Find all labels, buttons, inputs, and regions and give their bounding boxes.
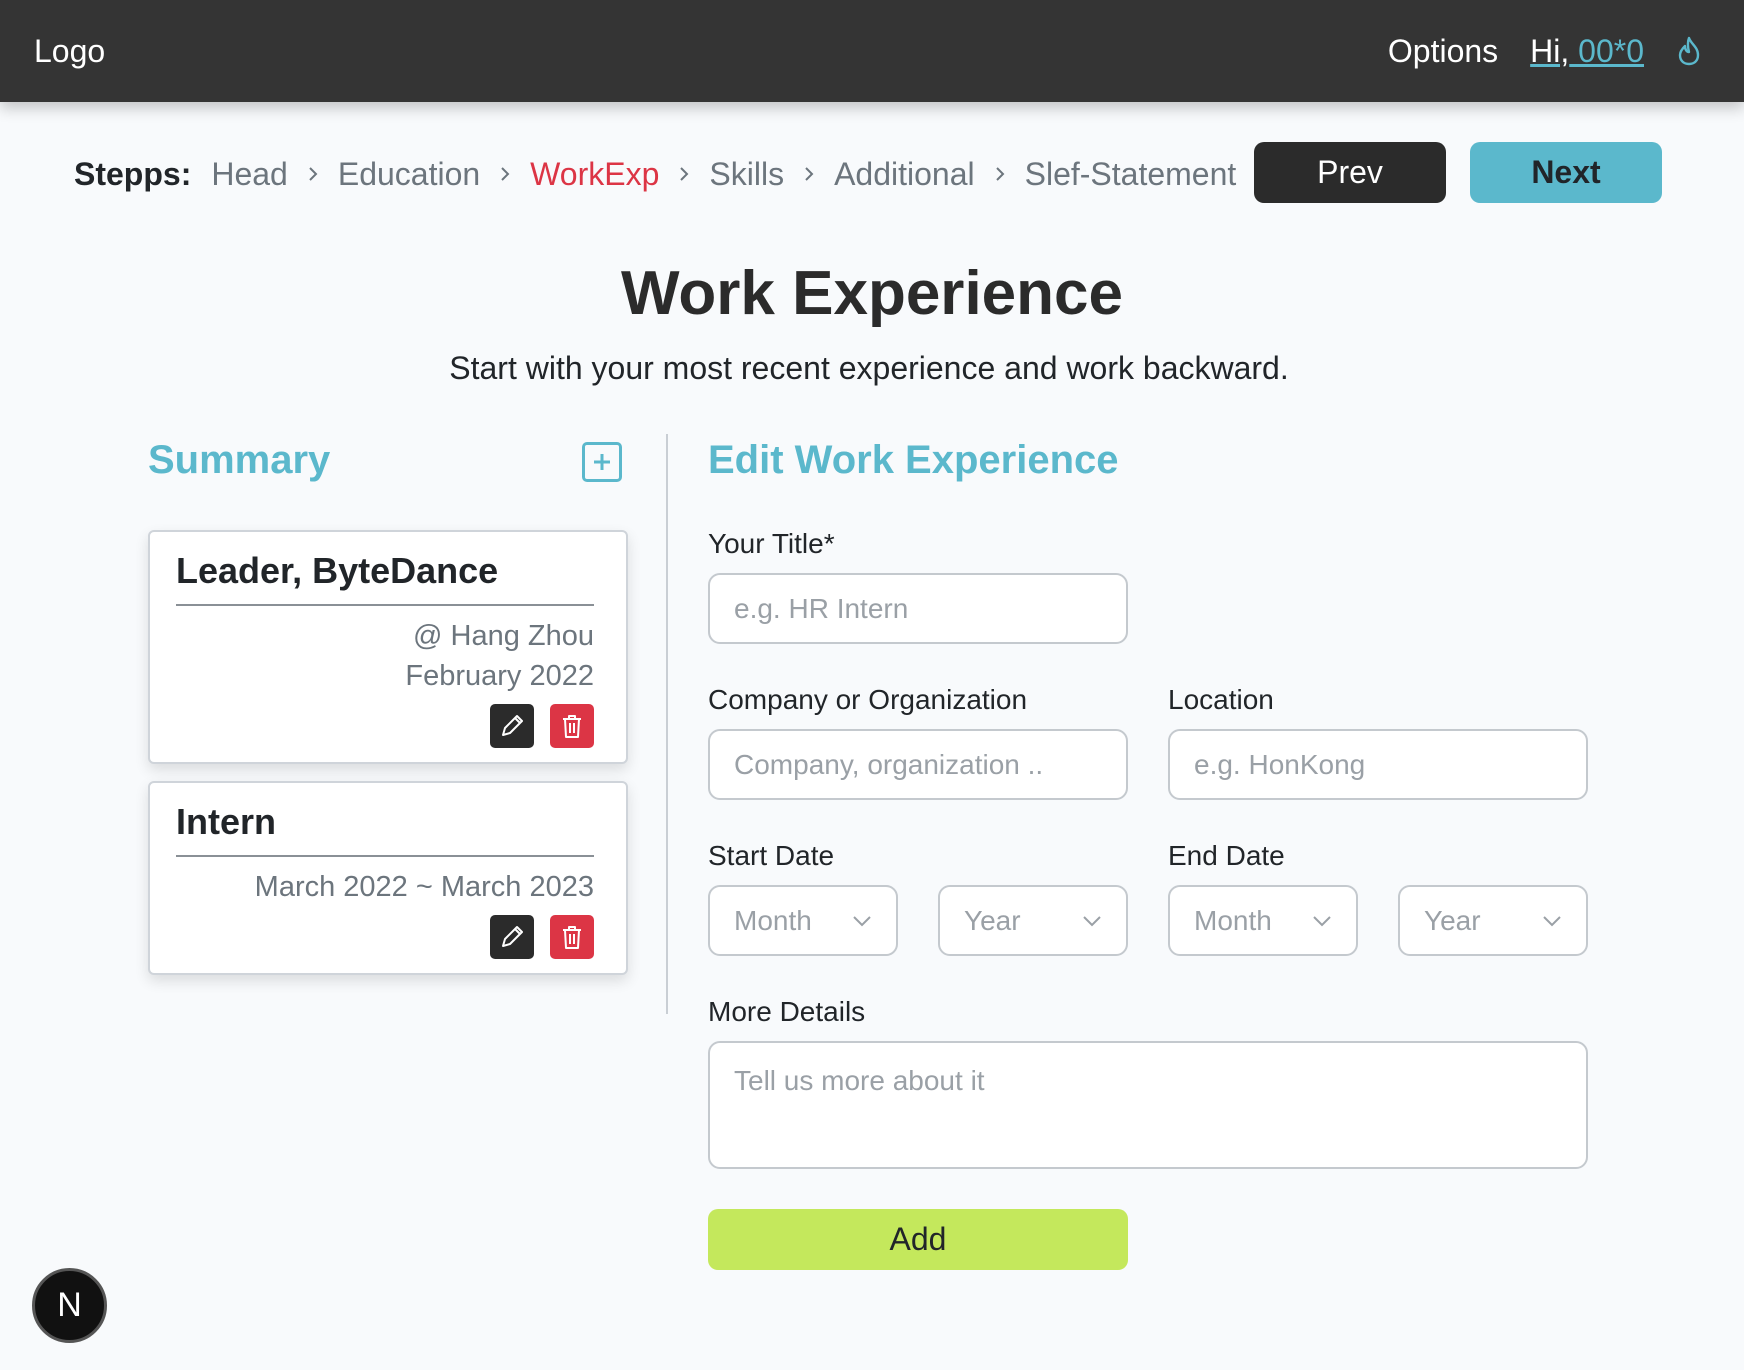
chevron-down-icon [1543,915,1561,926]
select-value: Year [1424,904,1481,936]
pencil-icon [502,926,523,947]
card-meta: @ Hang Zhou February 2022 [176,616,594,696]
options-link[interactable]: Options [1388,33,1498,70]
details-textarea[interactable] [708,1041,1588,1169]
end-month-select[interactable]: Month [1168,885,1358,956]
summary-title: Summary [148,438,331,482]
greeting: Hi, [1530,32,1570,69]
trash-icon [563,715,581,738]
company-input[interactable] [708,729,1128,800]
plus-icon [594,454,610,470]
n-badge-button[interactable]: N [32,1268,107,1343]
user-link[interactable]: Hi, 00*0 [1530,33,1644,70]
prev-button[interactable]: Prev [1254,142,1446,203]
step-skills[interactable]: Skills [709,156,784,193]
end-date-label: End Date [1168,840,1285,871]
card-location: @ Hang Zhou [413,620,594,652]
username: 00*0 [1569,32,1644,69]
select-value: Year [964,904,1021,936]
add-button[interactable]: Add [708,1209,1128,1270]
chevron-right-icon [501,167,510,181]
card-actions [176,704,594,748]
add-entry-button[interactable] [582,442,622,482]
step-head[interactable]: Head [211,156,288,193]
chevron-right-icon [680,167,689,181]
form-title: Edit Work Experience [708,438,1119,482]
end-year-select[interactable]: Year [1398,885,1588,956]
page-title: Work Experience [621,259,1123,328]
next-button[interactable]: Next [1470,142,1662,203]
location-label: Location [1168,684,1274,715]
start-year-select[interactable]: Year [938,885,1128,956]
step-additional[interactable]: Additional [834,156,975,193]
edit-button[interactable] [490,704,534,748]
chevron-down-icon [853,915,871,926]
card-actions [176,915,594,959]
step-education[interactable]: Education [338,156,480,193]
flame-icon[interactable] [1676,36,1702,66]
title-label: Your Title* [708,528,835,559]
location-input[interactable] [1168,729,1588,800]
step-self-statement[interactable]: Slef-Statement [1025,156,1237,193]
chevron-down-icon [1083,915,1101,926]
pencil-icon [502,715,523,736]
steps-breadcrumb: Stepps: Head Education WorkExp Skills Ad… [74,146,1236,202]
chevron-right-icon [995,167,1005,181]
select-value: Month [1194,904,1272,936]
summary-card: Leader, ByteDance @ Hang Zhou February 2… [148,530,628,764]
company-label: Company or Organization [708,684,1028,715]
delete-button[interactable] [550,915,594,959]
select-value: Month [734,904,812,936]
chevron-down-icon [1313,915,1331,926]
card-date: February 2022 [405,660,594,692]
title-input[interactable] [708,573,1128,644]
details-label: More Details [708,996,866,1027]
card-title: Intern [176,801,594,857]
steps-label: Stepps: [74,155,192,192]
card-date: March 2022 ~ March 2023 [254,871,594,903]
page-subtitle: Start with your most recent experience a… [449,350,1289,386]
vertical-divider [666,434,668,1014]
edit-button[interactable] [490,915,534,959]
chevron-right-icon [805,167,814,181]
card-meta: March 2022 ~ March 2023 [176,867,594,907]
card-title: Leader, ByteDance [176,550,594,606]
nav-right: Options Hi, 00*0 [1388,33,1702,70]
trash-icon [563,926,581,949]
delete-button[interactable] [550,704,594,748]
summary-card: Intern March 2022 ~ March 2023 [148,781,628,975]
start-date-label: Start Date [708,840,835,871]
chevron-right-icon [309,167,318,181]
start-month-select[interactable]: Month [708,885,898,956]
logo[interactable]: Logo [34,33,105,70]
step-workexp[interactable]: WorkExp [530,156,659,193]
top-navbar: Logo Options Hi, 00*0 [0,0,1744,102]
